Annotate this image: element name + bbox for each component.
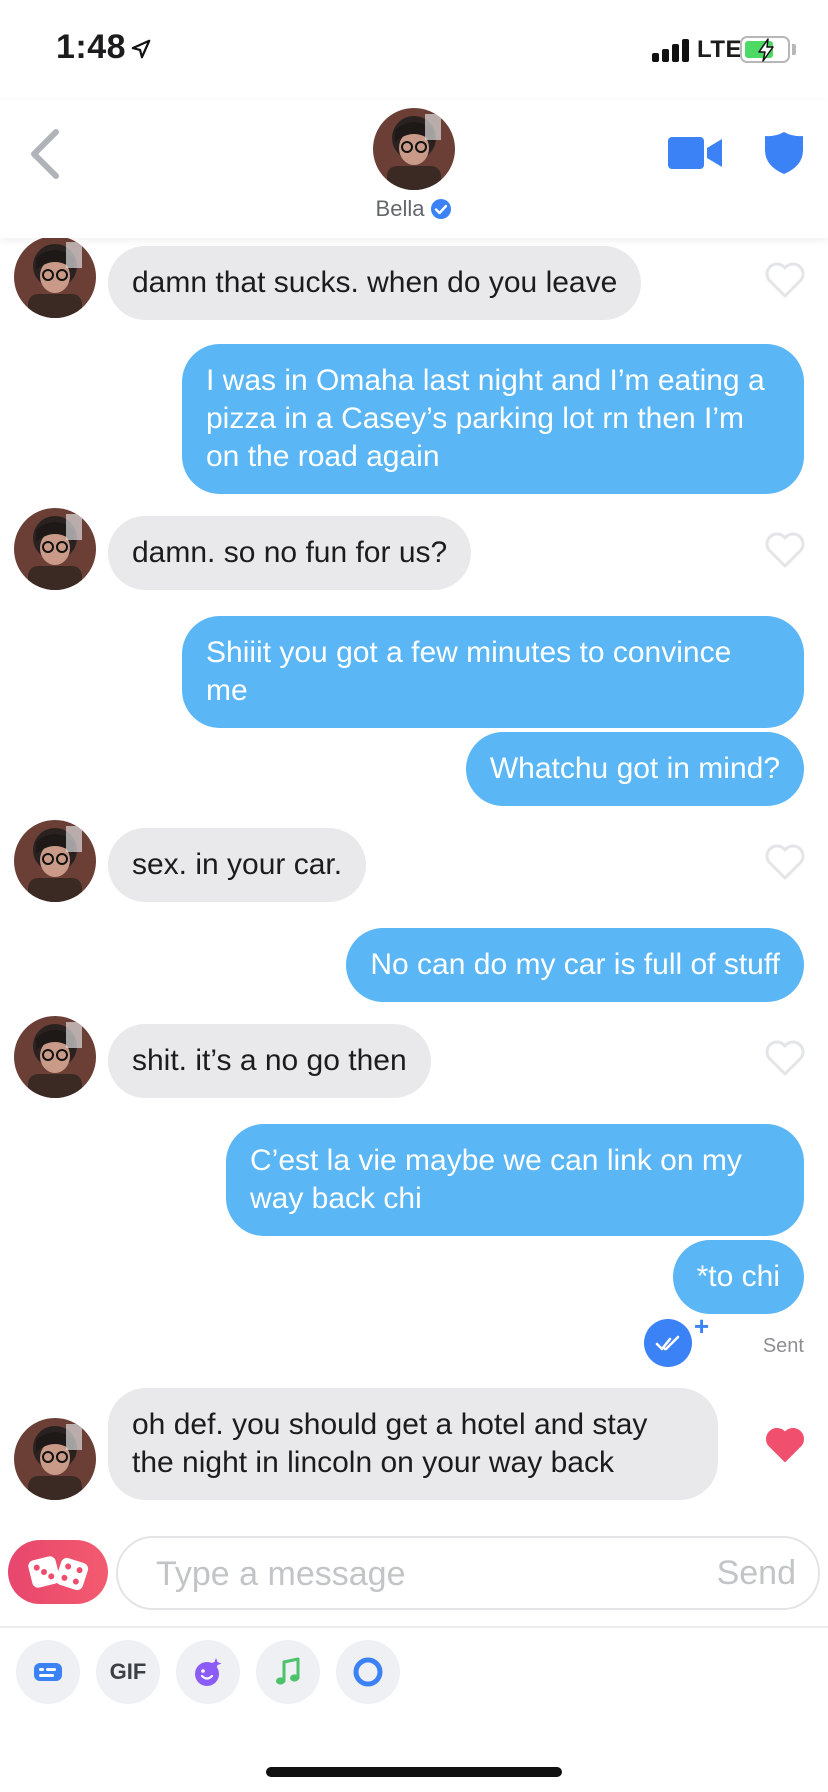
- signal-strength-icon: [652, 38, 692, 62]
- games-dice-button[interactable]: [8, 1540, 108, 1604]
- heart-outline-icon[interactable]: [764, 843, 806, 881]
- sender-avatar[interactable]: [14, 236, 96, 318]
- sticker-button[interactable]: [176, 1640, 240, 1704]
- home-indicator[interactable]: [266, 1767, 562, 1777]
- attachment-toolbar: GIF: [0, 1640, 828, 1710]
- heart-outline-icon[interactable]: [764, 1039, 806, 1077]
- contact-name: Bella: [375, 196, 425, 221]
- battery-nub: [792, 44, 796, 55]
- avatar-photo-icon: [14, 508, 96, 590]
- sender-avatar[interactable]: [14, 508, 96, 590]
- composer-divider: [0, 1626, 828, 1628]
- message-incoming: damn that sucks. when do you leave: [0, 236, 828, 320]
- contact-card-icon: [34, 1663, 62, 1681]
- message-incoming: sex. in your car.: [0, 818, 828, 902]
- avatar-photo-icon: [14, 1418, 96, 1500]
- network-type: LTE: [697, 36, 743, 63]
- sender-avatar[interactable]: [14, 1016, 96, 1098]
- safety-shield-icon[interactable]: [763, 130, 805, 176]
- heart-filled-icon[interactable]: [764, 1426, 806, 1464]
- sent-label: Sent: [762, 1335, 804, 1357]
- loop-button[interactable]: [336, 1640, 400, 1704]
- outgoing-bubble[interactable]: Whatchu got in mind?: [465, 732, 804, 806]
- location-arrow-icon: [131, 39, 151, 59]
- gif-label: GIF: [109, 1659, 147, 1684]
- avatar-photo-icon: [373, 108, 455, 190]
- video-call-icon[interactable]: [668, 135, 724, 171]
- avatar-photo-icon: [14, 820, 96, 902]
- message-incoming: damn. so no fun for us?: [0, 508, 828, 590]
- incoming-bubble[interactable]: shit. it’s a no go then: [108, 1024, 431, 1098]
- incoming-bubble[interactable]: damn. so no fun for us?: [108, 516, 472, 590]
- avatar-photo-icon: [14, 1016, 96, 1098]
- outgoing-bubble[interactable]: I was in Omaha last night and I’m eating…: [182, 344, 804, 494]
- sticker-icon: [195, 1658, 222, 1686]
- read-receipt-icon[interactable]: [644, 1319, 692, 1367]
- message-input[interactable]: [156, 1552, 676, 1596]
- dice-icon: [28, 1556, 89, 1591]
- verified-badge-icon: [431, 199, 452, 219]
- outgoing-bubble[interactable]: *to chi: [672, 1240, 804, 1314]
- music-button[interactable]: [256, 1640, 320, 1704]
- status-bar: 1:48 LTE: [0, 0, 828, 100]
- read-receipt: + Sent: [644, 1311, 804, 1369]
- status-time: 1:48: [56, 28, 127, 66]
- contact-avatar[interactable]: [373, 108, 455, 190]
- outgoing-bubble[interactable]: Shiiit you got a few minutes to convince…: [182, 616, 804, 728]
- send-button[interactable]: Send: [717, 1554, 796, 1593]
- message-input-wrapper: Send: [116, 1536, 820, 1610]
- outgoing-bubble[interactable]: C’est la vie maybe we can link on my way…: [226, 1124, 804, 1236]
- sender-avatar[interactable]: [14, 820, 96, 902]
- outgoing-bubble[interactable]: No can do my car is full of stuff: [346, 928, 804, 1002]
- chat-header: Bella: [0, 100, 828, 238]
- message-composer: Send: [0, 1520, 828, 1628]
- loop-ring-icon: [353, 1657, 383, 1687]
- message-incoming: oh def. you should get a hotel and stay …: [0, 1388, 828, 1500]
- charging-bolt-icon: [758, 38, 774, 62]
- sender-avatar[interactable]: [14, 1418, 96, 1500]
- contact-name-row[interactable]: Bella: [0, 196, 828, 222]
- incoming-bubble[interactable]: oh def. you should get a hotel and stay …: [108, 1388, 718, 1500]
- message-incoming: shit. it’s a no go then: [0, 1014, 828, 1098]
- heart-outline-icon[interactable]: [764, 531, 806, 569]
- music-note-icon: [276, 1657, 300, 1685]
- receipt-plus: +: [694, 1311, 710, 1341]
- contact-card-button[interactable]: [16, 1640, 80, 1704]
- incoming-bubble[interactable]: damn that sucks. when do you leave: [108, 246, 642, 320]
- avatar-photo-icon: [14, 236, 96, 318]
- back-chevron-icon[interactable]: [22, 124, 68, 184]
- gif-button[interactable]: GIF: [96, 1640, 160, 1704]
- heart-outline-icon[interactable]: [764, 261, 806, 299]
- incoming-bubble[interactable]: sex. in your car.: [108, 828, 367, 902]
